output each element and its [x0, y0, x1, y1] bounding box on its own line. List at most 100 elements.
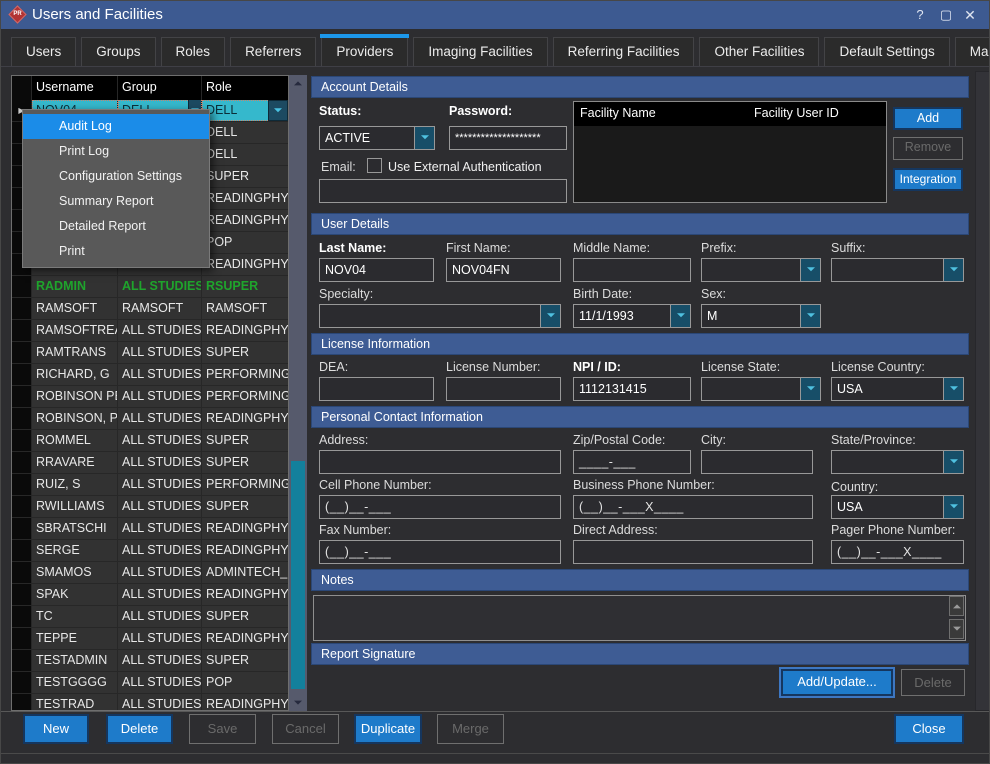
zip-field[interactable]: ____-___ — [573, 450, 691, 474]
chevron-down-icon[interactable] — [800, 259, 820, 281]
save-button[interactable]: Save — [189, 714, 256, 744]
license-state-dropdown[interactable] — [701, 377, 821, 401]
prefix-dropdown[interactable] — [701, 258, 821, 282]
chevron-down-icon[interactable] — [943, 259, 963, 281]
table-row[interactable]: TESTADMIN ALL STUDIES SUPER — [12, 650, 288, 672]
chevron-down-icon[interactable] — [943, 378, 963, 400]
external-auth-checkbox[interactable] — [367, 158, 382, 173]
direct-address-field[interactable] — [573, 540, 813, 564]
tab-providers[interactable]: Providers — [321, 37, 408, 66]
table-row[interactable]: RUIZ, S ALL STUDIES PERFORMING — [12, 474, 288, 496]
close-button[interactable]: Close — [894, 714, 964, 744]
tab-users[interactable]: Users — [11, 37, 76, 66]
scroll-up-icon[interactable] — [289, 75, 307, 91]
business-phone-field[interactable]: (__)__-___X____ — [573, 495, 813, 519]
add-update-signature-button[interactable]: Add/Update... — [781, 669, 893, 696]
fax-field[interactable]: (__)__-___ — [319, 540, 561, 564]
remove-facility-button[interactable]: Remove — [893, 137, 963, 160]
merge-button[interactable]: Merge — [437, 714, 504, 744]
table-scrollbar-thumb[interactable] — [291, 461, 305, 689]
chevron-down-icon[interactable] — [800, 305, 820, 327]
tab-other-facilities[interactable]: Other Facilities — [699, 37, 819, 66]
cancel-button[interactable]: Cancel — [272, 714, 339, 744]
table-row[interactable]: RAMSOFT RAMSOFT RAMSOFT — [12, 298, 288, 320]
menu-item-detailed-report[interactable]: Detailed Report — [23, 214, 209, 239]
table-row[interactable]: RWILLIAMS ALL STUDIES SUPER — [12, 496, 288, 518]
menu-item-print-log[interactable]: Print Log — [23, 139, 209, 164]
menu-item-configuration-settings[interactable]: Configuration Settings — [23, 164, 209, 189]
license-country-dropdown[interactable]: USA — [831, 377, 964, 401]
table-row[interactable]: TC ALL STUDIES SUPER — [12, 606, 288, 628]
suffix-dropdown[interactable] — [831, 258, 964, 282]
notes-textarea[interactable] — [313, 595, 966, 641]
tab-groups[interactable]: Groups — [81, 37, 155, 66]
maximize-button[interactable]: ▢ — [933, 1, 959, 29]
password-field[interactable]: ******************** — [449, 126, 567, 150]
notes-scroll-up-icon[interactable] — [949, 596, 964, 616]
last-name-field[interactable]: NOV04 — [319, 258, 434, 282]
notes-scroll-down-icon[interactable] — [949, 619, 964, 639]
sex-dropdown[interactable]: M — [701, 304, 821, 328]
table-row[interactable]: TESTRAD ALL STUDIES READINGPHYS — [12, 694, 288, 711]
table-row[interactable]: RAMTRANS ALL STUDIES SUPER — [12, 342, 288, 364]
chevron-down-icon[interactable] — [414, 127, 434, 149]
pager-field[interactable]: (__)__-___X____ — [831, 540, 964, 564]
table-row[interactable]: RAMSOFTREA ALL STUDIES READINGPHYS — [12, 320, 288, 342]
integration-button[interactable]: Integration — [893, 168, 963, 191]
tab-referring-facilities[interactable]: Referring Facilities — [553, 37, 695, 66]
chevron-down-icon[interactable] — [540, 305, 560, 327]
table-row[interactable]: TESTGGGG ALL STUDIES POP — [12, 672, 288, 694]
menu-item-audit-log[interactable]: Audit Log — [23, 114, 209, 139]
cell-role[interactable]: DELL — [202, 100, 288, 121]
table-row[interactable]: SMAMOS ALL STUDIES ADMINTECH_I — [12, 562, 288, 584]
middle-name-field[interactable] — [573, 258, 691, 282]
tab-imaging-facilities[interactable]: Imaging Facilities — [413, 37, 547, 66]
duplicate-button[interactable]: Duplicate — [354, 714, 422, 744]
state-province-dropdown[interactable] — [831, 450, 964, 474]
status-dropdown[interactable]: ACTIVE — [319, 126, 435, 150]
chevron-down-icon[interactable] — [943, 496, 963, 518]
cell-phone-field[interactable]: (__)__-___ — [319, 495, 561, 519]
table-row[interactable]: TEPPE ALL STUDIES READINGPHYS — [12, 628, 288, 650]
facility-list[interactable]: Facility Name Facility User ID — [573, 101, 887, 203]
column-header-role[interactable]: Role — [202, 76, 288, 100]
menu-item-summary-report[interactable]: Summary Report — [23, 189, 209, 214]
table-row[interactable]: SERGE ALL STUDIES READINGPHYS — [12, 540, 288, 562]
scroll-down-icon[interactable] — [289, 695, 307, 711]
tab-roles[interactable]: Roles — [161, 37, 226, 66]
table-row[interactable]: SPAK ALL STUDIES READINGPHYS — [12, 584, 288, 606]
add-facility-button[interactable]: Add — [893, 107, 963, 130]
delete-button[interactable]: Delete — [106, 714, 173, 744]
city-field[interactable] — [701, 450, 813, 474]
table-row[interactable]: SBRATSCHI ALL STUDIES READINGPHYS — [12, 518, 288, 540]
table-scrollbar[interactable] — [289, 75, 307, 711]
first-name-field[interactable]: NOV04FN — [446, 258, 561, 282]
table-row[interactable]: ROBINSON, P ALL STUDIES READINGPHYS — [12, 408, 288, 430]
birth-date-picker[interactable]: 11/1/1993 — [573, 304, 691, 328]
table-row[interactable]: RRAVARE ALL STUDIES SUPER — [12, 452, 288, 474]
tab-mailbox[interactable]: Mailbox — [955, 37, 990, 66]
role-dropdown-button[interactable] — [268, 100, 288, 121]
table-row[interactable]: RADMIN ALL STUDIES RSUPER — [12, 276, 288, 298]
tab-default-settings[interactable]: Default Settings — [824, 37, 949, 66]
tab-referrers[interactable]: Referrers — [230, 37, 316, 66]
email-field[interactable] — [319, 179, 567, 203]
delete-signature-button[interactable]: Delete — [901, 669, 965, 696]
chevron-down-icon[interactable] — [943, 451, 963, 473]
specialty-dropdown[interactable] — [319, 304, 561, 328]
column-header-group[interactable]: Group — [118, 76, 202, 100]
license-number-field[interactable] — [446, 377, 561, 401]
window-close-button[interactable]: ✕ — [957, 1, 983, 29]
table-row[interactable]: ROMMEL ALL STUDIES SUPER — [12, 430, 288, 452]
new-button[interactable]: New — [23, 714, 89, 744]
panel-scrollbar-track[interactable] — [975, 71, 990, 711]
country-dropdown[interactable]: USA — [831, 495, 964, 519]
table-row[interactable]: RICHARD, G ALL STUDIES PERFORMING — [12, 364, 288, 386]
table-row[interactable]: ROBINSON PE ALL STUDIES PERFORMING — [12, 386, 288, 408]
address-field[interactable] — [319, 450, 561, 474]
chevron-down-icon[interactable] — [670, 305, 690, 327]
npi-field[interactable]: 1112131415 — [573, 377, 691, 401]
menu-item-print[interactable]: Print — [23, 239, 209, 264]
dea-field[interactable] — [319, 377, 434, 401]
chevron-down-icon[interactable] — [800, 378, 820, 400]
